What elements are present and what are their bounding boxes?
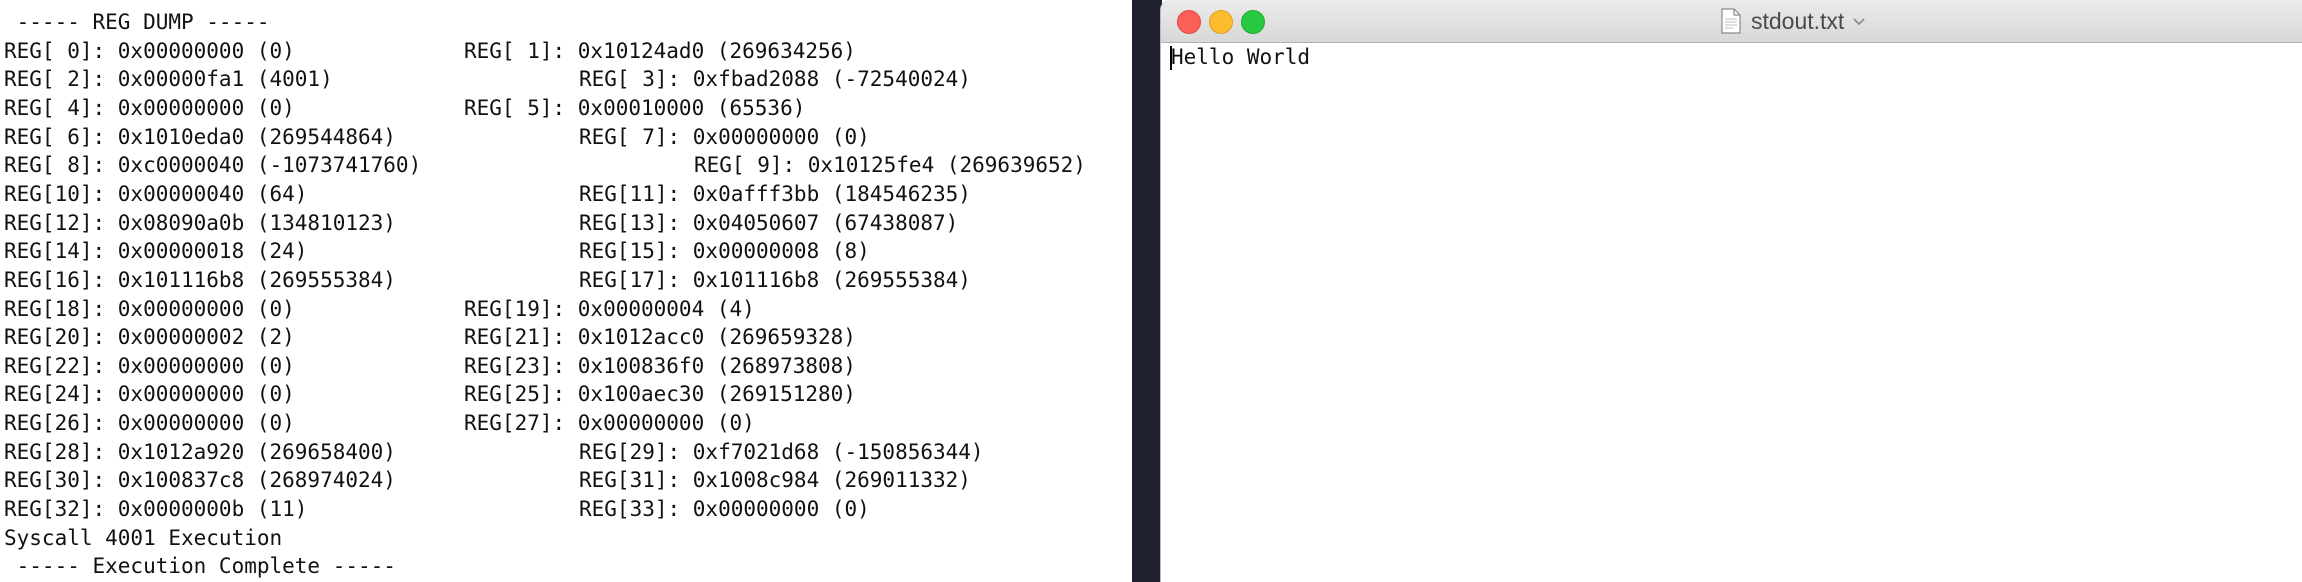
register-entry: REG[33]: 0x00000000 (0) bbox=[579, 497, 870, 522]
register-entry: REG[ 8]: 0xc0000040 (-1073741760) bbox=[4, 153, 422, 178]
execution-complete-footer: ----- Execution Complete ----- bbox=[4, 554, 396, 579]
register-entry: REG[26]: 0x00000000 (0) bbox=[4, 411, 295, 436]
document-content: Hello World bbox=[1171, 45, 1311, 69]
window-title: stdout.txt bbox=[1751, 7, 1845, 34]
register-entry: REG[ 2]: 0x00000fa1 (4001) bbox=[4, 67, 333, 92]
register-entry: REG[25]: 0x100aec30 (269151280) bbox=[464, 382, 856, 407]
register-entry: REG[29]: 0xf7021d68 (-150856344) bbox=[579, 439, 984, 464]
register-entry: REG[17]: 0x101116b8 (269555384) bbox=[579, 267, 971, 292]
register-entry: REG[30]: 0x100837c8 (268974024) bbox=[4, 468, 396, 493]
register-row: REG[26]: 0x00000000 (0) REG[27]: 0x000000… bbox=[4, 409, 1124, 437]
register-entry: REG[16]: 0x101116b8 (269555384) bbox=[4, 267, 396, 292]
register-row: REG[32]: 0x0000000b (11) REG[33]: 0x00000… bbox=[4, 495, 1124, 523]
register-entry: REG[11]: 0x0afff3bb (184546235) bbox=[579, 181, 971, 206]
register-entry: REG[28]: 0x1012a920 (269658400) bbox=[4, 439, 396, 464]
register-row: REG[20]: 0x00000002 (2) REG[21]: 0x1012ac… bbox=[4, 323, 1124, 351]
register-row: REG[14]: 0x00000018 (24) REG[15]: 0x00000… bbox=[4, 237, 1124, 265]
window-titlebar[interactable]: stdout.txt bbox=[1161, 0, 2302, 43]
register-row: REG[10]: 0x00000040 (64) REG[11]: 0x0afff… bbox=[4, 180, 1124, 208]
register-entry: REG[ 5]: 0x00010000 (65536) bbox=[464, 95, 806, 120]
register-row: REG[24]: 0x00000000 (0) REG[25]: 0x100aec… bbox=[4, 380, 1124, 408]
register-row: REG[22]: 0x00000000 (0) REG[23]: 0x100836… bbox=[4, 352, 1124, 380]
register-entry: REG[ 3]: 0xfbad2088 (-72540024) bbox=[579, 67, 971, 92]
register-row: REG[ 4]: 0x00000000 (0) REG[ 5]: 0x000100… bbox=[4, 94, 1124, 122]
register-entry: REG[ 7]: 0x00000000 (0) bbox=[579, 124, 870, 149]
document-text-area[interactable]: Hello World bbox=[1161, 43, 2302, 582]
syscall-line: Syscall 4001 Execution bbox=[4, 525, 283, 550]
register-entry: REG[ 4]: 0x00000000 (0) bbox=[4, 95, 295, 120]
register-entry: REG[31]: 0x1008c984 (269011332) bbox=[579, 468, 971, 493]
register-entry: REG[21]: 0x1012acc0 (269659328) bbox=[464, 325, 856, 350]
register-row: REG[28]: 0x1012a920 (269658400) REG[29]: … bbox=[4, 438, 1124, 466]
editor-window: stdout.txt Hello World bbox=[1160, 0, 2302, 582]
register-entry: REG[15]: 0x00000008 (8) bbox=[579, 239, 870, 264]
register-row: REG[18]: 0x00000000 (0) REG[19]: 0x000000… bbox=[4, 295, 1124, 323]
register-row: REG[ 2]: 0x00000fa1 (4001) REG[ 3]: 0xfba… bbox=[4, 65, 1124, 93]
register-entry: REG[20]: 0x00000002 (2) bbox=[4, 325, 295, 350]
register-entry: REG[32]: 0x0000000b (11) bbox=[4, 497, 308, 522]
register-entry: REG[22]: 0x00000000 (0) bbox=[4, 353, 295, 378]
register-entry: REG[18]: 0x00000000 (0) bbox=[4, 296, 295, 321]
register-entry: REG[ 6]: 0x1010eda0 (269544864) bbox=[4, 124, 396, 149]
register-row: REG[30]: 0x100837c8 (268974024) REG[31]: … bbox=[4, 466, 1124, 494]
chevron-down-icon[interactable] bbox=[1852, 16, 1866, 26]
close-icon[interactable] bbox=[1177, 10, 1201, 34]
reg-dump-header: ----- REG DUMP ----- bbox=[4, 10, 270, 34]
register-entry: REG[10]: 0x00000040 (64) bbox=[4, 181, 308, 206]
register-entry: REG[19]: 0x00000004 (4) bbox=[464, 296, 755, 321]
desktop-background bbox=[1132, 0, 1162, 582]
register-row: REG[ 6]: 0x1010eda0 (269544864) REG[ 7]: … bbox=[4, 123, 1124, 151]
register-entry: REG[ 0]: 0x00000000 (0) bbox=[4, 38, 295, 63]
minimize-icon[interactable] bbox=[1209, 10, 1233, 34]
register-row: REG[ 8]: 0xc0000040 (-1073741760) REG[ 9]… bbox=[4, 151, 1124, 179]
register-entry: REG[12]: 0x08090a0b (134810123) bbox=[4, 210, 396, 235]
register-entry: REG[14]: 0x00000018 (24) bbox=[4, 239, 308, 264]
register-entry: REG[24]: 0x00000000 (0) bbox=[4, 382, 295, 407]
register-entry: REG[27]: 0x00000000 (0) bbox=[464, 411, 755, 436]
register-row: REG[12]: 0x08090a0b (134810123) REG[13]: … bbox=[4, 209, 1124, 237]
register-row: REG[ 0]: 0x00000000 (0) REG[ 1]: 0x10124a… bbox=[4, 37, 1124, 65]
terminal-output: ----- REG DUMP ----- REG[ 0]: 0x00000000 … bbox=[0, 0, 1132, 582]
register-entry: REG[ 1]: 0x10124ad0 (269634256) bbox=[464, 38, 856, 63]
window-title-group[interactable]: stdout.txt bbox=[1721, 0, 1866, 42]
zoom-icon[interactable] bbox=[1241, 10, 1265, 34]
register-entry: REG[ 9]: 0x10125fe4 (269639652) bbox=[694, 153, 1086, 178]
register-entry: REG[23]: 0x100836f0 (268973808) bbox=[464, 353, 856, 378]
register-row: REG[16]: 0x101116b8 (269555384) REG[17]: … bbox=[4, 266, 1124, 294]
register-entry: REG[13]: 0x04050607 (67438087) bbox=[579, 210, 959, 235]
document-icon bbox=[1721, 8, 1741, 34]
